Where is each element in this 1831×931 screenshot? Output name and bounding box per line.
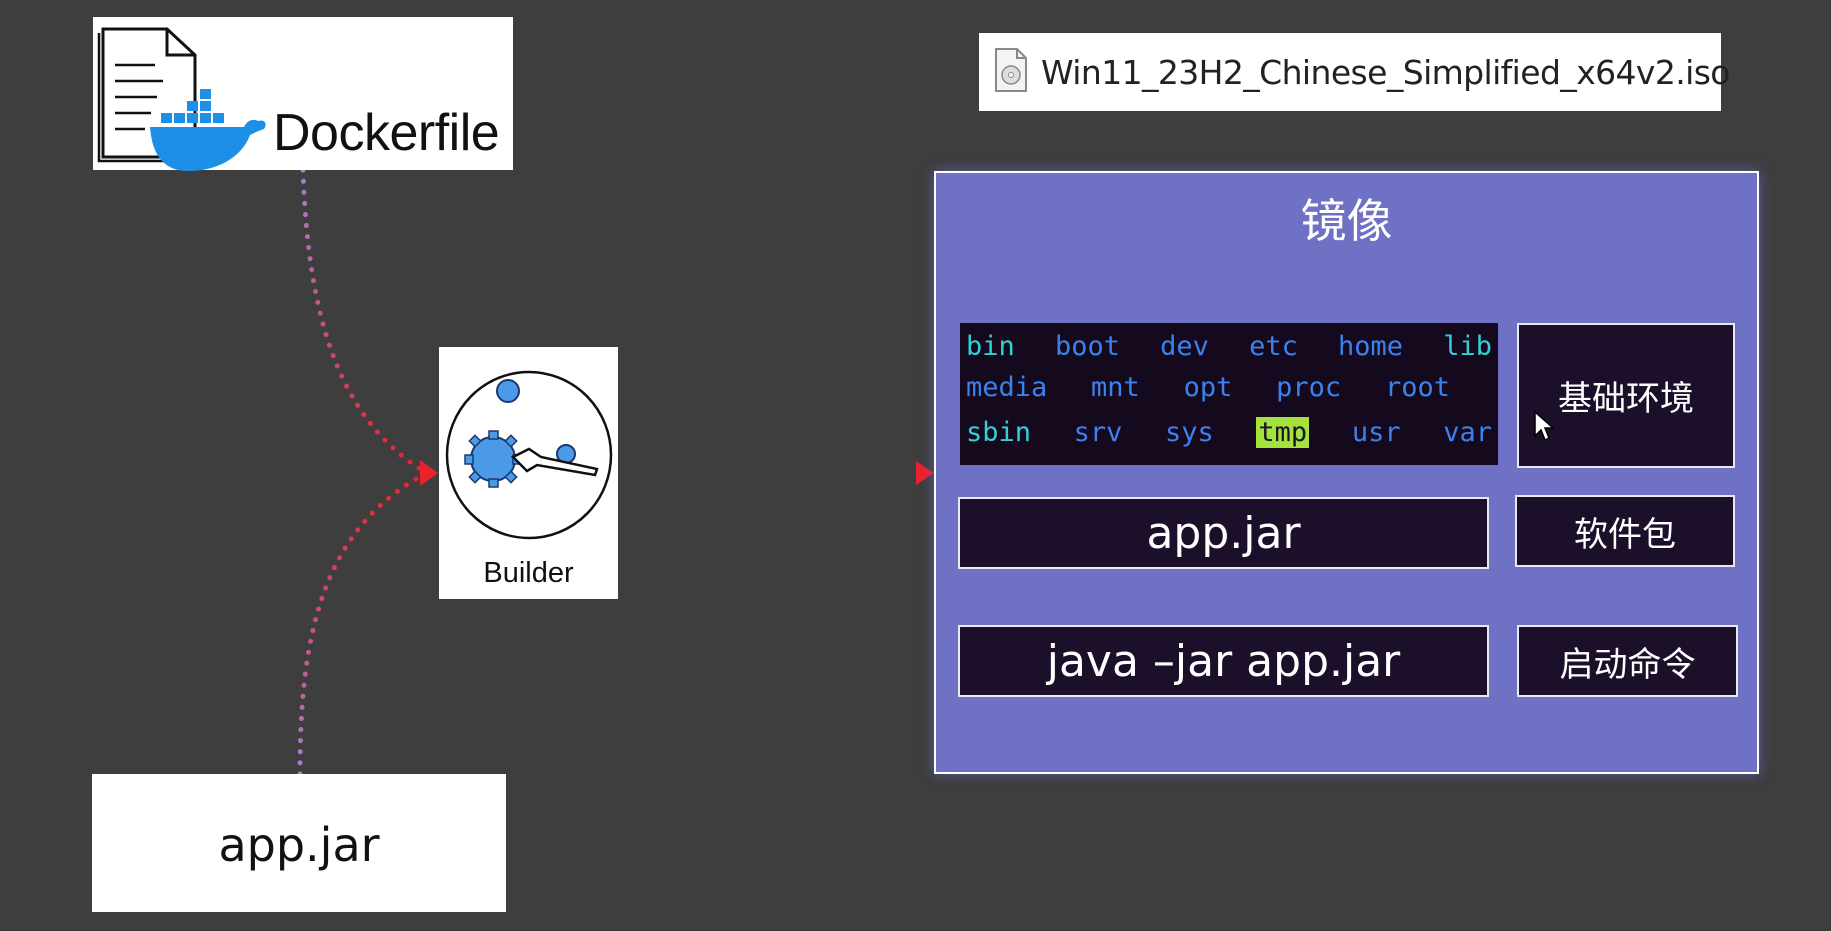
dir-media: media (966, 372, 1048, 403)
mouse-cursor-icon (1534, 410, 1555, 442)
arrowhead-image-in (916, 461, 934, 485)
dir-lib: lib (1443, 331, 1492, 362)
dir-sys: sys (1165, 417, 1214, 448)
builder-gears-icon (445, 370, 613, 540)
start-command-box: 启动命令 (1517, 625, 1738, 697)
package-box: 软件包 (1515, 495, 1735, 567)
app-jar-source-card: app.jar (92, 774, 506, 912)
image-title: 镜像 (1300, 194, 1393, 248)
dir-tmp: tmp (1256, 417, 1310, 448)
iso-file-name: Win11_23H2_Chinese_Simplified_x64v2.iso (1041, 53, 1730, 92)
dir-etc: etc (1249, 331, 1298, 362)
dir-root: root (1384, 372, 1450, 403)
package-label: 软件包 (1574, 514, 1676, 555)
app-jar-source-label: app.jar (218, 818, 380, 872)
dockerfile-card: Dockerfile (93, 17, 513, 171)
start-command-text: java –jar app.jar (1046, 635, 1401, 687)
dir-usr: usr (1351, 417, 1401, 448)
dir-home: home (1338, 331, 1404, 362)
dir-var: var (1443, 417, 1492, 448)
start-command-layer: java –jar app.jar (958, 625, 1489, 697)
docker-whale-icon (150, 89, 266, 171)
dir-srv: srv (1073, 417, 1123, 448)
arrowhead-builder-in (420, 460, 438, 486)
dir-proc: proc (1276, 372, 1342, 403)
arrow-dockerfile-to-builder (300, 167, 428, 475)
app-jar-layer: app.jar (958, 497, 1489, 569)
dir-mnt: mnt (1091, 372, 1140, 403)
filesystem-panel: bin boot dev etc home lib media mnt opt … (960, 323, 1498, 465)
builder-card: Builder (439, 347, 618, 599)
base-env-label: 基础环境 (1558, 379, 1694, 419)
dir-sbin: sbin (966, 417, 1032, 448)
dockerfile-label: Dockerfile (273, 104, 500, 162)
dir-dev: dev (1160, 331, 1209, 362)
base-env-box: 基础环境 (1517, 323, 1735, 468)
filesystem-row-2: media mnt opt proc root (966, 372, 1450, 403)
image-box: 镜像 bin boot dev etc home lib media mnt o… (934, 171, 1759, 774)
dir-bin: bin (966, 331, 1015, 362)
arrow-appjar-to-builder (297, 471, 428, 777)
iso-file-card: Win11_23H2_Chinese_Simplified_x64v2.iso (979, 33, 1730, 111)
app-jar-layer-label: app.jar (1146, 507, 1301, 559)
filesystem-row-3: sbin srv sys tmp usr var (966, 417, 1492, 448)
builder-label: Builder (483, 557, 574, 589)
filesystem-row-1: bin boot dev etc home lib (966, 331, 1492, 362)
dir-opt: opt (1183, 372, 1233, 403)
start-command-label: 启动命令 (1559, 644, 1696, 685)
dir-boot: boot (1054, 331, 1120, 362)
disc-image-file-icon (995, 48, 1027, 92)
